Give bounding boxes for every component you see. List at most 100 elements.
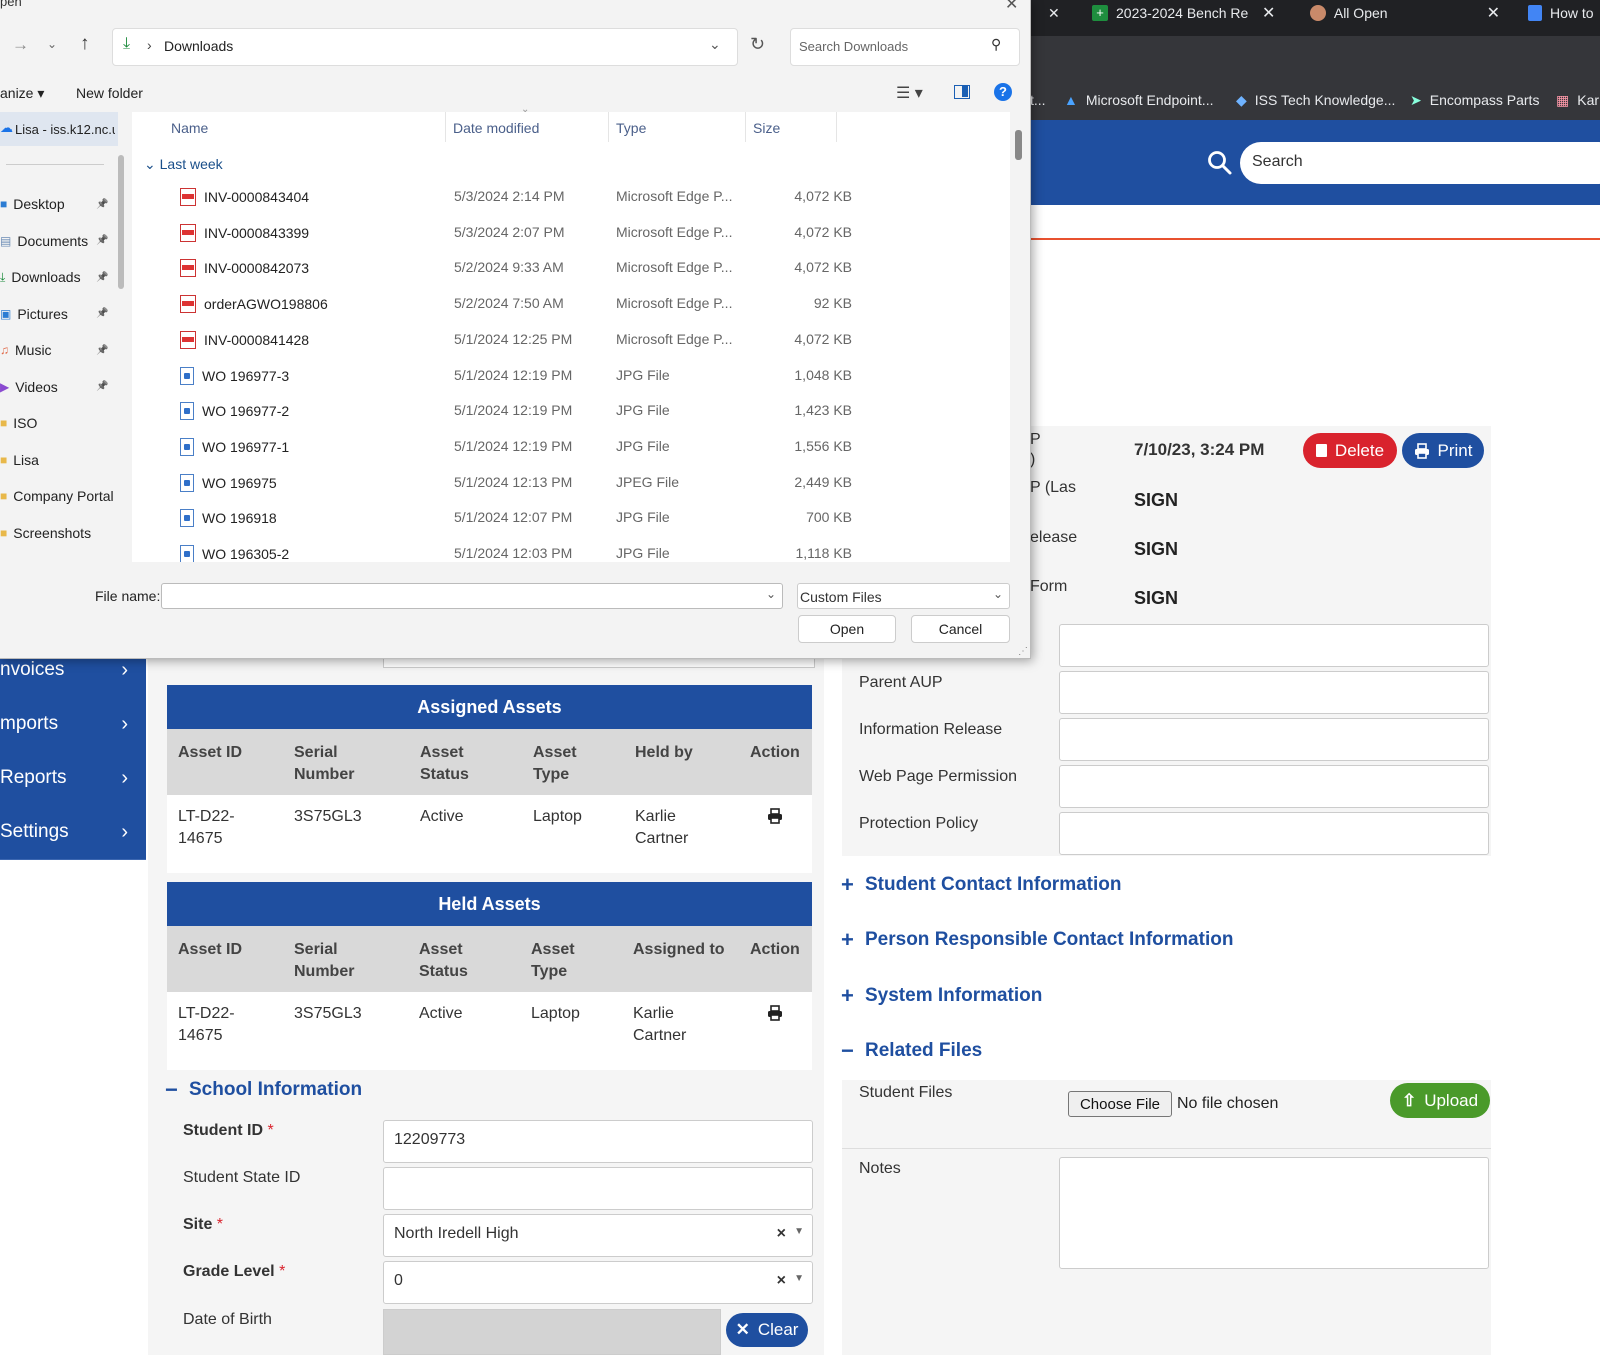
student-id-input[interactable]: 12209773: [383, 1120, 813, 1163]
asset-id[interactable]: LT-D22-14675: [178, 806, 258, 850]
close-icon[interactable]: ✕: [1005, 0, 1018, 14]
nav-item-pictures[interactable]: ▣ Pictures 📌: [0, 302, 108, 326]
web-page-permission-input[interactable]: [1059, 765, 1489, 808]
bookmark-item[interactable]: ➤ Encompass Parts: [1410, 88, 1539, 112]
nav-item-documents[interactable]: ▤ Documents 📌: [0, 229, 108, 253]
file-type-select[interactable]: Custom Files ⌄: [797, 583, 1010, 609]
path-bar[interactable]: ⤓ › Downloads ⌄: [112, 28, 738, 66]
search-input[interactable]: Search: [1240, 142, 1600, 184]
bookmark-item[interactable]: ◆ ISS Tech Knowledge...: [1236, 88, 1395, 112]
clear-selection-icon[interactable]: ×: [777, 1225, 786, 1243]
nav-item-downloads[interactable]: ⤓ Downloads 📌: [0, 265, 108, 289]
chevron-down-icon[interactable]: ⌄: [766, 587, 776, 601]
nav-reports[interactable]: Reports ›: [0, 751, 146, 806]
dob-input[interactable]: [383, 1309, 721, 1355]
nav-item-music[interactable]: ♫ Music 📌: [0, 338, 108, 362]
related-files-toggle[interactable]: − Related Files: [841, 1038, 982, 1064]
site-select[interactable]: North Iredell High × ▼: [383, 1214, 813, 1257]
student-contact-toggle[interactable]: + Student Contact Information: [841, 872, 1121, 898]
file-row[interactable]: WO 196975 5/1/2024 12:13 PM JPEG File 2,449…: [132, 466, 1010, 500]
print-icon[interactable]: [767, 808, 783, 824]
view-options-icon[interactable]: ☰ ▾: [896, 83, 923, 103]
grade-level-select[interactable]: 0 × ▼: [383, 1261, 813, 1304]
form-input[interactable]: [1059, 624, 1489, 667]
file-list-scrollbar[interactable]: [1015, 130, 1022, 160]
file-row[interactable]: INV-0000842073 5/2/2024 9:33 AM Microsoft …: [132, 251, 1010, 285]
nav-item-company-portal[interactable]: ■ Company Portal: [0, 484, 114, 508]
col-assigned-to[interactable]: Assigned to: [633, 939, 725, 961]
print-button[interactable]: Print: [1402, 433, 1484, 468]
sign-link[interactable]: SIGN: [1134, 588, 1178, 609]
bookmark-item[interactable]: ▦ Kar: [1556, 88, 1599, 112]
parent-aup-input[interactable]: [1059, 671, 1489, 714]
choose-file-button[interactable]: Choose File: [1068, 1091, 1172, 1117]
file-row[interactable]: WO 196977-1 5/1/2024 12:19 PM JPG File 1,55…: [132, 430, 1010, 464]
file-row[interactable]: orderAGWO198806 5/2/2024 7:50 AM Microsoft…: [132, 287, 1010, 321]
information-release-input[interactable]: [1059, 718, 1489, 761]
file-row[interactable]: INV-0000843404 5/3/2024 2:14 PM Microsoft …: [132, 180, 1010, 214]
file-row[interactable]: INV-0000841428 5/1/2024 12:25 PM Microsoft…: [132, 323, 1010, 357]
chevron-down-icon[interactable]: ⌄: [47, 37, 57, 51]
nav-imports[interactable]: mports ›: [0, 697, 146, 752]
resize-grip-icon[interactable]: ⋰: [1018, 646, 1028, 657]
nav-item-iso[interactable]: ■ ISO: [0, 411, 37, 435]
tab-close-icon[interactable]: ✕: [1048, 5, 1060, 22]
system-information-toggle[interactable]: + System Information: [841, 983, 1042, 1009]
col-type[interactable]: Asset Type: [533, 742, 593, 786]
browser-tab-all-open[interactable]: All Open ✕: [1310, 0, 1500, 26]
account-item[interactable]: ☁ Lisa - iss.k12.nc.u: [0, 112, 118, 146]
col-held-by[interactable]: Held by: [635, 742, 693, 764]
new-folder-button[interactable]: New folder: [76, 85, 143, 101]
column-name[interactable]: Name: [171, 120, 208, 136]
column-size[interactable]: Size: [753, 120, 780, 136]
dialog-search-input[interactable]: Search Downloads ⚲: [790, 28, 1020, 66]
sign-link[interactable]: SIGN: [1134, 539, 1178, 560]
bookmark-item[interactable]: t...: [1030, 88, 1046, 112]
held-by[interactable]: Karlie Cartner: [635, 806, 705, 850]
clear-button[interactable]: ✕ Clear: [726, 1313, 808, 1347]
help-icon[interactable]: ?: [994, 83, 1012, 101]
asset-id[interactable]: LT-D22-14675: [178, 1003, 258, 1047]
col-asset-id[interactable]: Asset ID: [178, 939, 242, 961]
refresh-icon[interactable]: ↻: [750, 34, 765, 55]
person-responsible-toggle[interactable]: + Person Responsible Contact Information: [841, 927, 1233, 953]
group-header[interactable]: ⌄ Last week: [144, 156, 223, 173]
organize-button[interactable]: anize ▾: [0, 85, 44, 102]
forward-arrow-icon[interactable]: →: [12, 35, 29, 55]
file-row[interactable]: WO 196918 5/1/2024 12:07 PM JPG File 700 KB: [132, 501, 1010, 535]
open-button[interactable]: Open: [798, 615, 896, 643]
col-asset-id[interactable]: Asset ID: [178, 742, 242, 764]
browser-tab-sheet[interactable]: + 2023-2024 Bench Repa ✕: [1092, 0, 1282, 26]
col-status[interactable]: Asset Status: [420, 742, 490, 786]
browser-tab-docs[interactable]: How to: [1528, 0, 1600, 26]
col-status[interactable]: Asset Status: [419, 939, 489, 983]
sign-link[interactable]: SIGN: [1134, 490, 1178, 511]
clear-selection-icon[interactable]: ×: [777, 1272, 786, 1290]
print-icon[interactable]: [767, 1005, 783, 1021]
path-segment[interactable]: Downloads: [164, 38, 233, 54]
protection-policy-input[interactable]: [1059, 812, 1489, 855]
assigned-to[interactable]: Karlie Cartner: [633, 1003, 703, 1047]
column-type[interactable]: Type: [616, 120, 646, 136]
delete-button[interactable]: Delete: [1303, 433, 1397, 468]
notes-textarea[interactable]: [1059, 1157, 1489, 1269]
nav-item-videos[interactable]: ▶ Videos 📌: [0, 375, 108, 399]
student-state-id-input[interactable]: [383, 1167, 813, 1210]
chevron-down-icon[interactable]: ⌄: [709, 36, 721, 53]
file-row[interactable]: WO 196977-2 5/1/2024 12:19 PM JPG File 1,42…: [132, 394, 1010, 428]
nav-item-lisa[interactable]: ■ Lisa: [0, 448, 39, 472]
col-serial[interactable]: Serial Number: [294, 939, 384, 983]
file-row[interactable]: WO 196977-3 5/1/2024 12:19 PM JPG File 1,04…: [132, 359, 1010, 393]
nav-item-desktop[interactable]: ■ Desktop 📌: [0, 192, 108, 216]
file-row[interactable]: INV-0000843399 5/3/2024 2:07 PM Microsoft …: [132, 216, 1010, 250]
column-date-modified[interactable]: Date modified: [453, 120, 539, 136]
nav-item-screenshots[interactable]: ■ Screenshots: [0, 521, 91, 545]
tab-close-icon[interactable]: ✕: [1262, 3, 1275, 23]
up-arrow-icon[interactable]: ↑: [80, 33, 90, 55]
col-serial[interactable]: Serial Number: [294, 742, 384, 786]
nav-settings[interactable]: Settings ›: [0, 805, 146, 860]
col-type[interactable]: Asset Type: [531, 939, 591, 983]
browser-tab[interactable]: ✕: [1030, 0, 1060, 26]
school-information-toggle[interactable]: − School Information: [165, 1077, 362, 1103]
file-name-input[interactable]: ⌄: [161, 583, 783, 609]
